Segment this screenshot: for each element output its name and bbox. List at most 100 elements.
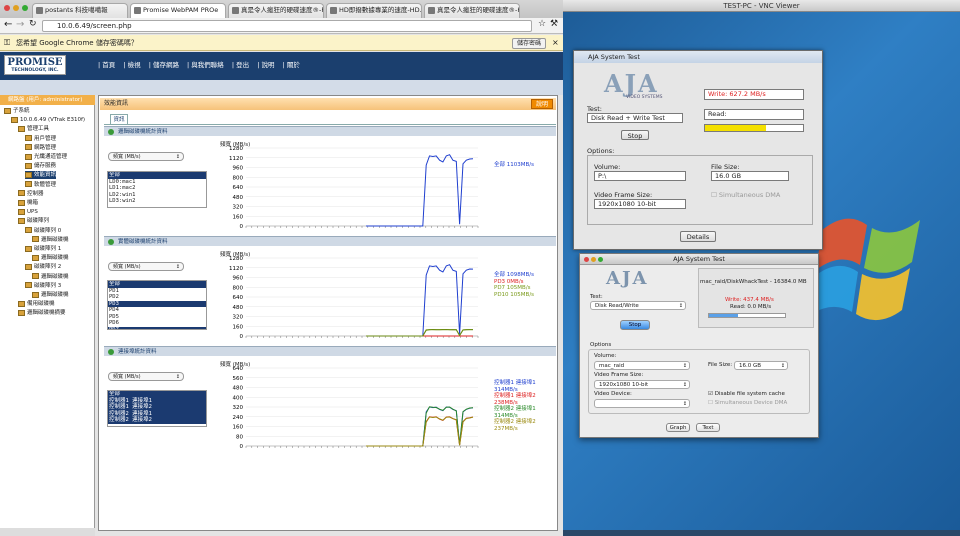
aja2-test-select[interactable]: Disk Read/Write — [590, 301, 686, 310]
close-window-icon[interactable] — [4, 5, 10, 11]
listbox-option[interactable]: 控制器2 連接埠2 — [108, 417, 206, 424]
aja1-dma-checkbox[interactable]: ☐ Simultaneous DMA — [711, 191, 780, 199]
back-icon[interactable]: ← — [4, 19, 12, 30]
browser-tab[interactable]: 真是令人瘋狂的硬碟速度®-Pos — [228, 3, 324, 18]
reload-icon[interactable]: ↻ — [29, 19, 37, 29]
save-password-button[interactable]: 儲存密碼 — [512, 38, 546, 49]
metric-dropdown[interactable]: 頻寬 (MB/s) — [108, 372, 184, 381]
metric-dropdown[interactable]: 頻寬 (MB/s) — [108, 262, 184, 271]
listbox-option[interactable]: PD7 — [108, 326, 206, 329]
menu-storage-network[interactable]: | 儲存網路 — [149, 61, 179, 69]
tree-node[interactable]: UPS — [18, 208, 38, 216]
aja2-device-select[interactable] — [594, 399, 690, 408]
tab-info[interactable]: 資訊 — [110, 114, 128, 124]
y-tick-label: 1280 — [229, 146, 243, 152]
tree-node[interactable]: 邏輯磁碟機摘要 — [18, 309, 66, 317]
item-listbox[interactable]: 全部 控制器1 連接埠1 控制器1 連接埠2 控制器2 連接埠1 控制器2 連接埠2 — [107, 390, 207, 427]
section-header[interactable]: 實體磁碟機統計資料 — [104, 236, 556, 246]
y-tick-label: 320 — [233, 405, 244, 411]
tree-node[interactable]: 效能資訊 — [25, 171, 57, 180]
tree-node[interactable]: 磁碟陣列 0 — [25, 227, 61, 235]
browser-tab[interactable]: postants 科技噶噶報 — [32, 3, 128, 18]
tree-node-label: 機箱 — [27, 200, 39, 206]
aja2-volume-select[interactable]: mac_raid — [594, 361, 690, 370]
section-header[interactable]: 連接埠統計資料 — [104, 346, 556, 356]
tree-node[interactable]: 機箱 — [18, 199, 38, 207]
menu-view[interactable]: | 檢視 — [123, 61, 140, 69]
aja2-dma-checkbox[interactable]: ☐ Simultaneous Device DMA — [708, 400, 787, 406]
item-listbox[interactable]: 全部 LD0:mac1 LD1:mac2 LD2:win1 LD3:win2 — [107, 171, 207, 208]
aja1-details-button[interactable]: Details — [680, 231, 716, 242]
header-spacer — [0, 80, 563, 95]
browser-tab[interactable]: 真是令人瘋狂的硬碟速度®-HD — [424, 3, 520, 18]
aja2-text-button[interactable]: Text — [696, 423, 720, 432]
y-tick-label: 1280 — [229, 256, 243, 262]
wrench-icon[interactable]: ⚒ — [550, 19, 558, 29]
aja1-stop-button[interactable]: Stop — [621, 130, 649, 140]
aja2-filesize-select[interactable]: 16.0 GB — [734, 361, 788, 370]
tree-node[interactable]: 磁碟陣列 3 — [25, 282, 61, 290]
tree-node[interactable]: 邏輯磁碟機 — [32, 254, 69, 262]
tree-node[interactable]: 子系統 — [4, 107, 30, 115]
menu-about[interactable]: | 關於 — [283, 61, 300, 69]
y-tick-label: 160 — [233, 324, 244, 330]
tree-node[interactable]: 磁碟陣列 1 — [25, 245, 61, 253]
browser-tab[interactable]: HD即撥數據專業的速度-HD.Club — [326, 3, 422, 18]
menu-help[interactable]: | 說明 — [257, 61, 274, 69]
aja2-stop-button[interactable]: Stop — [620, 320, 650, 330]
folder-icon — [18, 208, 25, 215]
folder-icon — [18, 190, 25, 197]
address-bar[interactable]: 10.0.6.49/screen.php — [42, 20, 532, 32]
tree-node-label: 邏輯磁碟機 — [41, 273, 69, 280]
y-tick-label: 400 — [233, 395, 244, 401]
help-button[interactable]: 說明 — [531, 99, 553, 109]
browser-tab-active[interactable]: Promise WebPAM PROe — [130, 3, 226, 18]
tree-node[interactable]: 管理工具 — [18, 125, 49, 133]
menu-logout[interactable]: | 登出 — [232, 61, 249, 69]
aja2-write-readout: Write: 437.4 MB/s — [725, 297, 774, 303]
tree-node[interactable]: 邏輯磁碟機 — [32, 273, 69, 281]
listbox-option[interactable]: LD3:win2 — [108, 198, 206, 205]
tab-strip: postants 科技噶噶報 Promise WebPAM PROe 真是令人瘋… — [0, 0, 563, 18]
aja2-minimize-icon[interactable] — [591, 257, 596, 262]
tree-node[interactable]: 備用磁碟機 — [18, 300, 55, 308]
aja1-filesize-select[interactable]: 16.0 GB — [711, 171, 789, 181]
tree-node[interactable]: 光纖通道管理 — [25, 153, 67, 161]
tree-node-label: 備用磁碟機 — [27, 301, 55, 308]
aja2-graph-button[interactable]: Graph — [666, 423, 690, 432]
aja1-test-select[interactable]: Disk Read + Write Test — [587, 113, 683, 123]
tree-node[interactable]: 邏輯磁碟機 — [32, 291, 69, 299]
key-icon: ⚿ — [4, 38, 11, 47]
section-header[interactable]: 邏輯磁碟機統計資料 — [104, 126, 556, 136]
metric-dropdown[interactable]: 頻寬 (MB/s) — [108, 152, 184, 161]
tree-node-label: 磁碟陣列 1 — [34, 246, 62, 252]
tree-node[interactable]: 控制器 — [18, 190, 44, 198]
item-listbox[interactable]: 全部 PD1 PD2 PD3 PD4 PD5 PD6 PD7 — [107, 280, 207, 330]
y-tick-label: 800 — [233, 175, 244, 181]
aja2-close-icon[interactable] — [584, 257, 589, 262]
tree-node[interactable]: 磁碟陣列 2 — [25, 263, 61, 271]
tree-node[interactable]: 用戶管理 — [25, 135, 56, 143]
tree-node[interactable]: 軟體管理 — [25, 181, 56, 189]
aja2-cache-checkbox[interactable]: ☑ Disable file system cache — [708, 391, 785, 397]
tree-node[interactable]: 儲存服務 — [25, 162, 56, 170]
aja1-volume-select[interactable]: P:\ — [594, 171, 686, 181]
favicon-icon — [232, 7, 239, 14]
minimize-window-icon[interactable] — [13, 5, 19, 11]
close-infobar-icon[interactable]: × — [552, 38, 559, 47]
menu-home[interactable]: | 首頁 — [98, 61, 115, 69]
y-tick-label: 1120 — [229, 266, 243, 272]
y-tick-label: 560 — [233, 376, 244, 382]
star-icon[interactable]: ☆ — [538, 19, 546, 29]
aja1-frame-select[interactable]: 1920x1080 10-bit — [594, 199, 686, 209]
aja2-zoom-icon[interactable] — [598, 257, 603, 262]
forward-icon[interactable]: → — [16, 19, 24, 30]
tree-node[interactable]: 10.0.6.49 (VTrak E310f) — [11, 116, 85, 124]
tree-node[interactable]: 磁碟陣列 — [18, 217, 49, 225]
menu-contact[interactable]: | 與我們聯絡 — [187, 61, 224, 69]
aja2-frame-select[interactable]: 1920x1080 10-bit — [594, 380, 690, 389]
tree-node[interactable]: 邏輯磁碟機 — [32, 236, 69, 244]
tree-node[interactable]: 網路管理 — [25, 144, 56, 152]
maximize-window-icon[interactable] — [22, 5, 28, 11]
series-line — [366, 264, 474, 337]
